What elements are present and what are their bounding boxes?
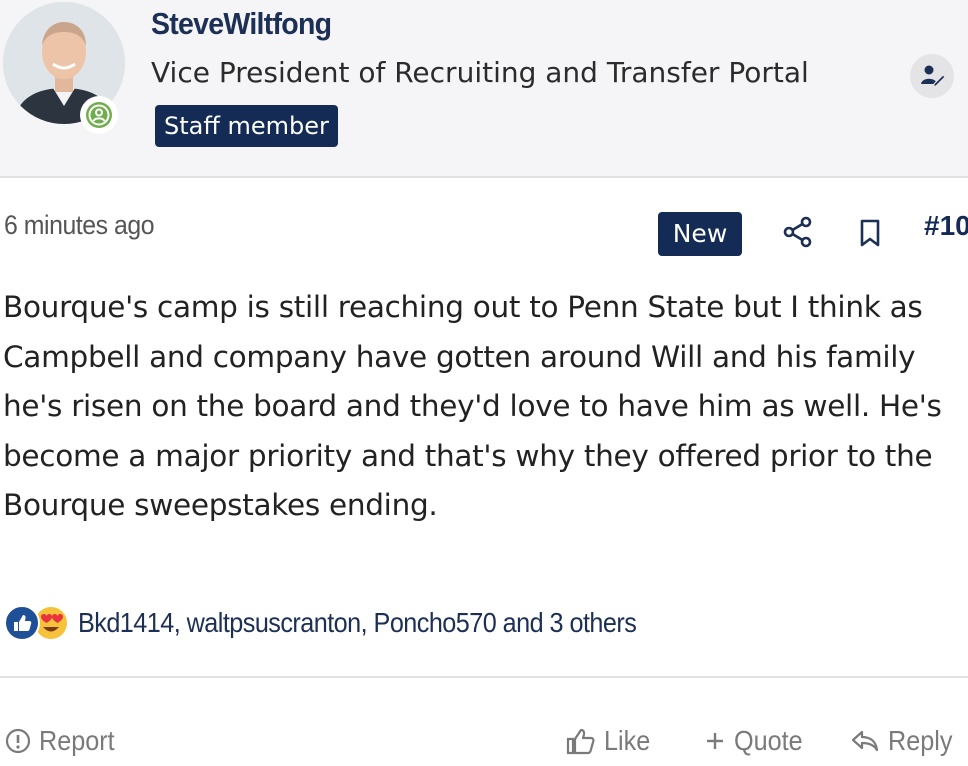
post-author-header: SteveWiltfong Vice President of Recruiti…: [0, 0, 968, 178]
thumbs-up-icon: [566, 728, 595, 755]
reply-label: Reply: [888, 725, 953, 756]
report-label: Report: [39, 725, 115, 756]
quote-label: Quote: [734, 725, 803, 756]
like-reaction-icon: [4, 605, 40, 641]
reaction-users-list[interactable]: Bkd1414, waltpsuscranton, Poncho570 and …: [78, 607, 637, 639]
online-status-icon: [80, 96, 118, 134]
like-button[interactable]: Like: [566, 720, 655, 762]
reactions-bar[interactable]: Bkd1414, waltpsuscranton, Poncho570 and …: [4, 600, 698, 646]
new-badge: New: [658, 212, 742, 256]
report-button[interactable]: Report: [5, 720, 123, 762]
like-label: Like: [604, 725, 651, 756]
reply-arrow-icon: [851, 730, 879, 752]
bookmark-icon[interactable]: [858, 218, 882, 248]
post-body: Bourque's camp is still reaching out to …: [3, 290, 942, 522]
author-title: Vice President of Recruiting and Transfe…: [151, 56, 809, 89]
share-icon[interactable]: [783, 216, 813, 248]
footer-divider: [0, 676, 968, 678]
reply-button[interactable]: Reply: [850, 720, 960, 762]
post-number-link[interactable]: #10: [924, 210, 968, 242]
quote-button[interactable]: Quote: [704, 720, 810, 762]
staff-member-badge: Staff member: [155, 105, 338, 147]
post-timestamp[interactable]: 6 minutes ago: [4, 210, 155, 241]
report-icon: [5, 728, 31, 754]
plus-icon: [707, 733, 723, 749]
user-edit-icon[interactable]: [910, 54, 954, 98]
author-username[interactable]: SteveWiltfong: [151, 6, 332, 42]
